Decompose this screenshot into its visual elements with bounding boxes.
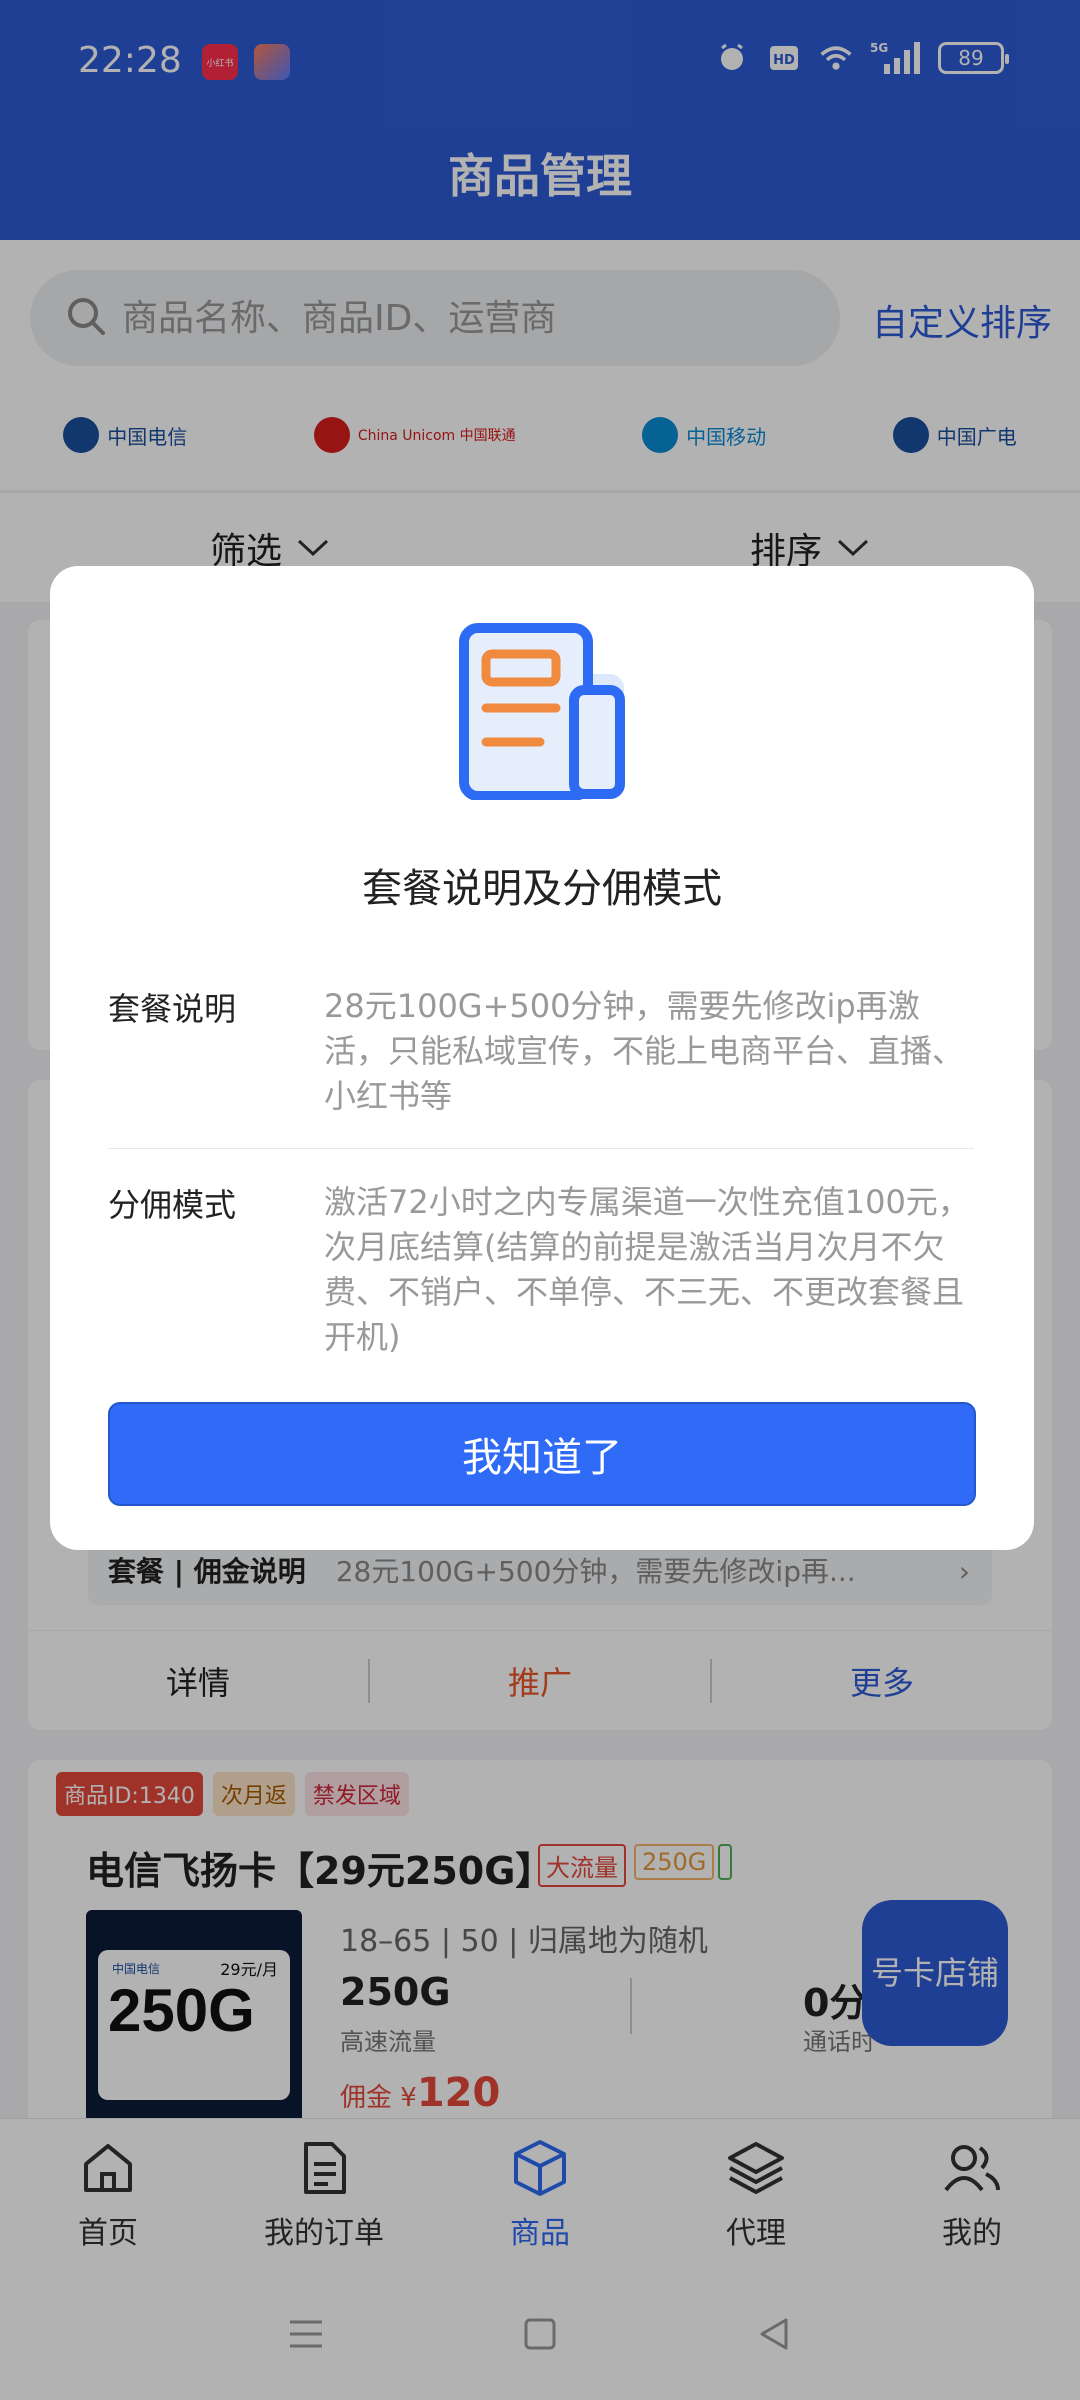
plan-description-row: 套餐说明 28元100G+500分钟，需要先修改ip再激活，只能私域宣传，不能上… — [108, 984, 974, 1164]
confirm-button[interactable]: 我知道了 — [108, 1402, 976, 1506]
dialog-title: 套餐说明及分佣模式 — [362, 866, 722, 912]
plan-description-label: 套餐说明 — [108, 990, 237, 1028]
plan-info-dialog: 套餐说明及分佣模式 套餐说明 28元100G+500分钟，需要先修改ip再激活，… — [50, 566, 1034, 1550]
commission-mode-text: 激活72小时之内专属渠道一次性充值100元，次月底结算(结算的前提是激活当月次月… — [324, 1183, 970, 1356]
commission-mode-label: 分佣模式 — [108, 1186, 237, 1224]
commission-mode-row: 分佣模式 激活72小时之内专属渠道一次性充值100元，次月底结算(结算的前提是激… — [108, 1180, 974, 1410]
newspaper-icon — [459, 623, 625, 800]
plan-description-text: 28元100G+500分钟，需要先修改ip再激活，只能私域宣传，不能上电商平台、… — [324, 987, 965, 1115]
divider — [108, 1148, 974, 1149]
